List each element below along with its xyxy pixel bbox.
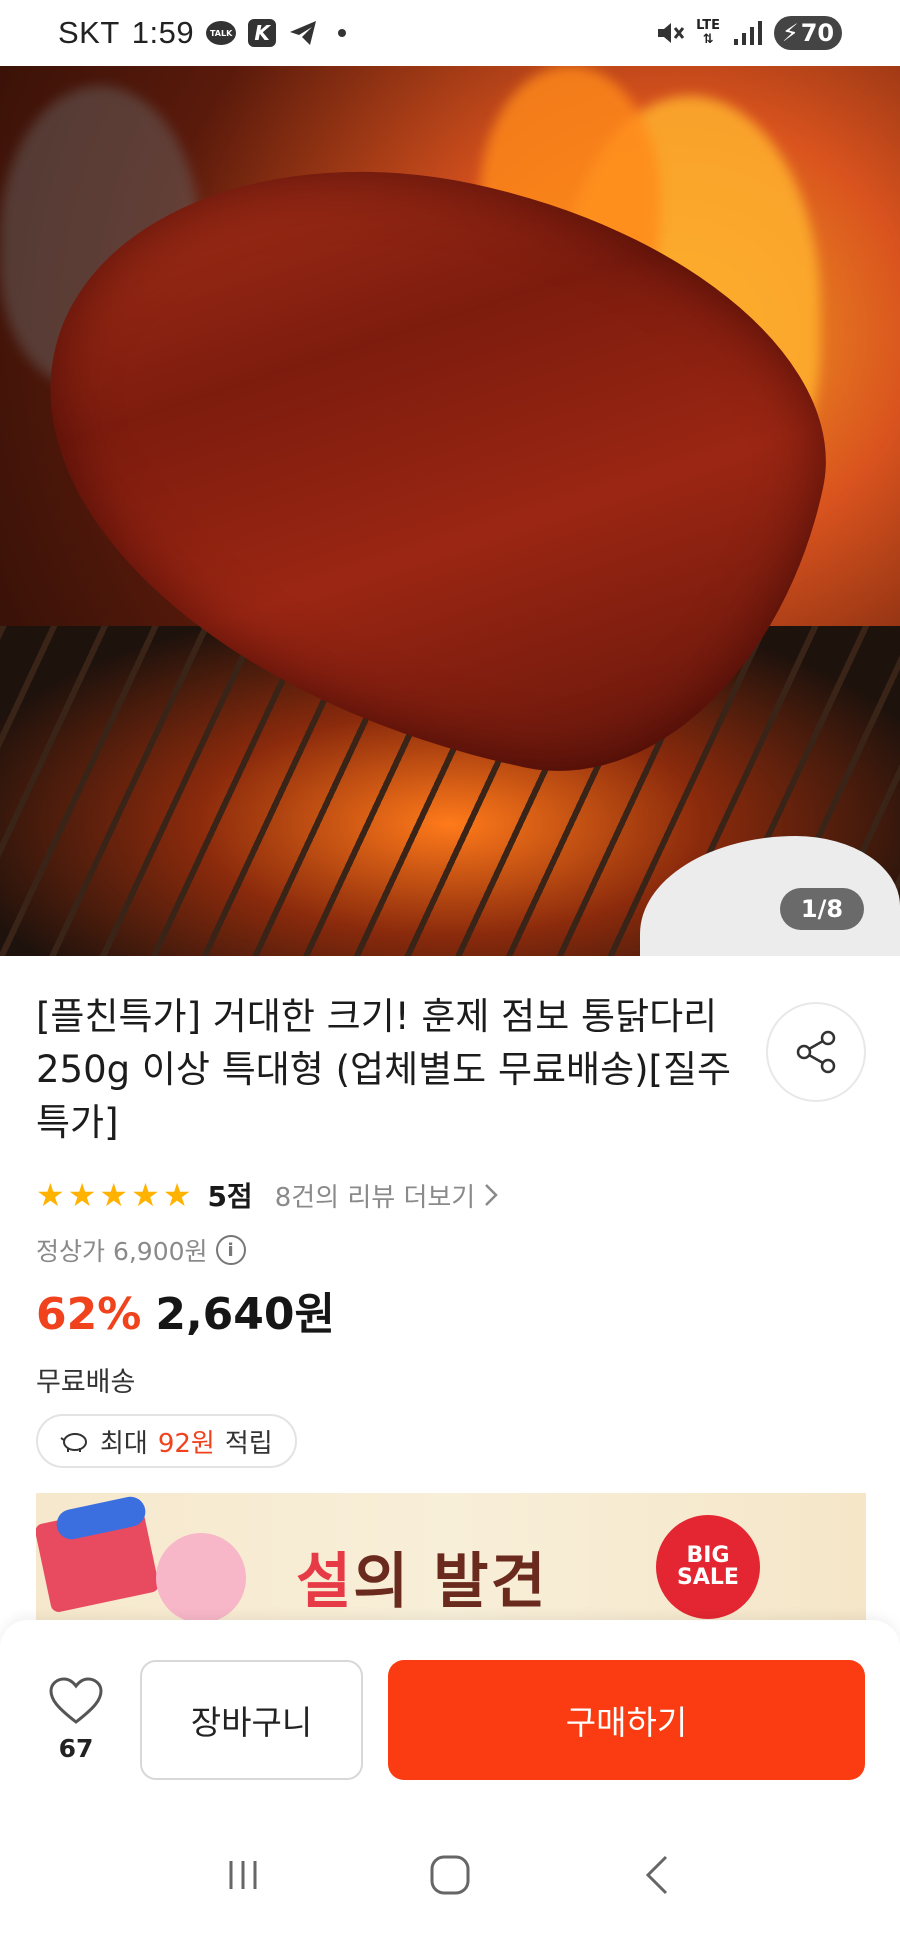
back-button[interactable] [617,1835,697,1915]
like-button[interactable]: 67 [44,1676,108,1763]
banner-headline: 설의 발견 [296,1533,548,1620]
info-icon[interactable]: i [215,1235,246,1265]
piggy-bank-icon [60,1433,87,1452]
points-prefix: 최대 [100,1428,148,1459]
share-button[interactable] [766,1002,866,1102]
product-title: [플친특가] 거대한 크기! 훈제 점보 통닭다리 250g 이상 특대형 (업… [36,995,732,1144]
clock: 1:59 [131,15,195,50]
regular-price: 정상가 6,900원 [36,1237,208,1266]
promo-banner[interactable]: 설의 발견 BIG SALE [36,1493,866,1623]
banner-headline-rest: 의 발견 [353,1547,548,1617]
points-badge: 최대 92원 적립 [36,1414,297,1468]
rating-row: ★ ★ ★ ★ ★ 5점 8건의 리뷰 더보기 [36,1175,499,1215]
star-icon: ★ [162,1176,192,1214]
heart-icon [49,1677,103,1724]
battery-icon: ⚡ 70 [774,16,842,50]
points-amount: 92원 [157,1428,215,1459]
sale-price: 2,640원 [155,1289,335,1340]
home-icon [430,1855,470,1895]
points-suffix: 적립 [224,1428,273,1459]
home-button[interactable] [410,1835,490,1915]
lte-icon: LTE ⇅ [696,18,720,47]
system-nav-bar [0,1800,900,1950]
buy-button[interactable]: 구매하기 [388,1660,865,1780]
status-bar: SKT 1:59 TALK K LTE ⇅ ⚡ 70 [0,0,900,66]
star-icon: ★ [36,1176,65,1214]
like-count: 67 [58,1734,94,1763]
product-info: [플친특가] 거대한 크기! 훈제 점보 통닭다리 250g 이상 특대형 (업… [36,990,866,1468]
bottom-action-bar: 67 장바구니 구매하기 [0,1620,900,1800]
review-link[interactable]: 8건의 리뷰 더보기 [275,1177,500,1214]
review-link-label: 8건의 리뷰 더보기 [274,1182,476,1213]
status-left: SKT 1:59 TALK K [58,15,347,51]
price-row: 62% 2,640원 [36,1278,335,1342]
image-counter: 1/8 [780,888,864,930]
signal-icon [732,19,762,47]
badge-line2: SALE [677,1565,739,1590]
discount-rate: 62% [36,1289,142,1340]
big-sale-badge: BIG SALE [656,1515,760,1619]
share-icon [796,1030,836,1074]
cart-button[interactable]: 장바구니 [140,1660,363,1780]
rating-stars: ★ ★ ★ ★ ★ [36,1176,191,1214]
network-label: LTE [696,18,720,33]
k-icon: K [248,19,277,47]
shipping-info: 무료배송 [36,1367,136,1398]
regular-price-row: 정상가 6,900원 i [36,1232,246,1268]
status-right: LTE ⇅ ⚡ 70 [654,16,842,50]
back-icon [645,1855,667,1895]
telegram-icon [288,19,318,47]
battery-level: 70 [800,19,835,47]
recent-apps-button[interactable] [203,1835,283,1915]
banner-headline-highlight: 설 [296,1547,354,1617]
carrier-label: SKT [58,15,120,50]
mute-icon [654,18,685,48]
recent-apps-icon [229,1861,257,1889]
talk-icon: TALK [206,21,237,45]
star-icon: ★ [67,1176,97,1214]
star-icon: ★ [131,1176,160,1214]
rating-score: 5점 [207,1180,253,1213]
character-illustration [156,1533,246,1623]
dot-icon [338,29,347,37]
product-image[interactable]: 1/8 [0,66,900,956]
chevron-right-icon [485,1184,498,1206]
star-icon: ★ [99,1176,129,1214]
